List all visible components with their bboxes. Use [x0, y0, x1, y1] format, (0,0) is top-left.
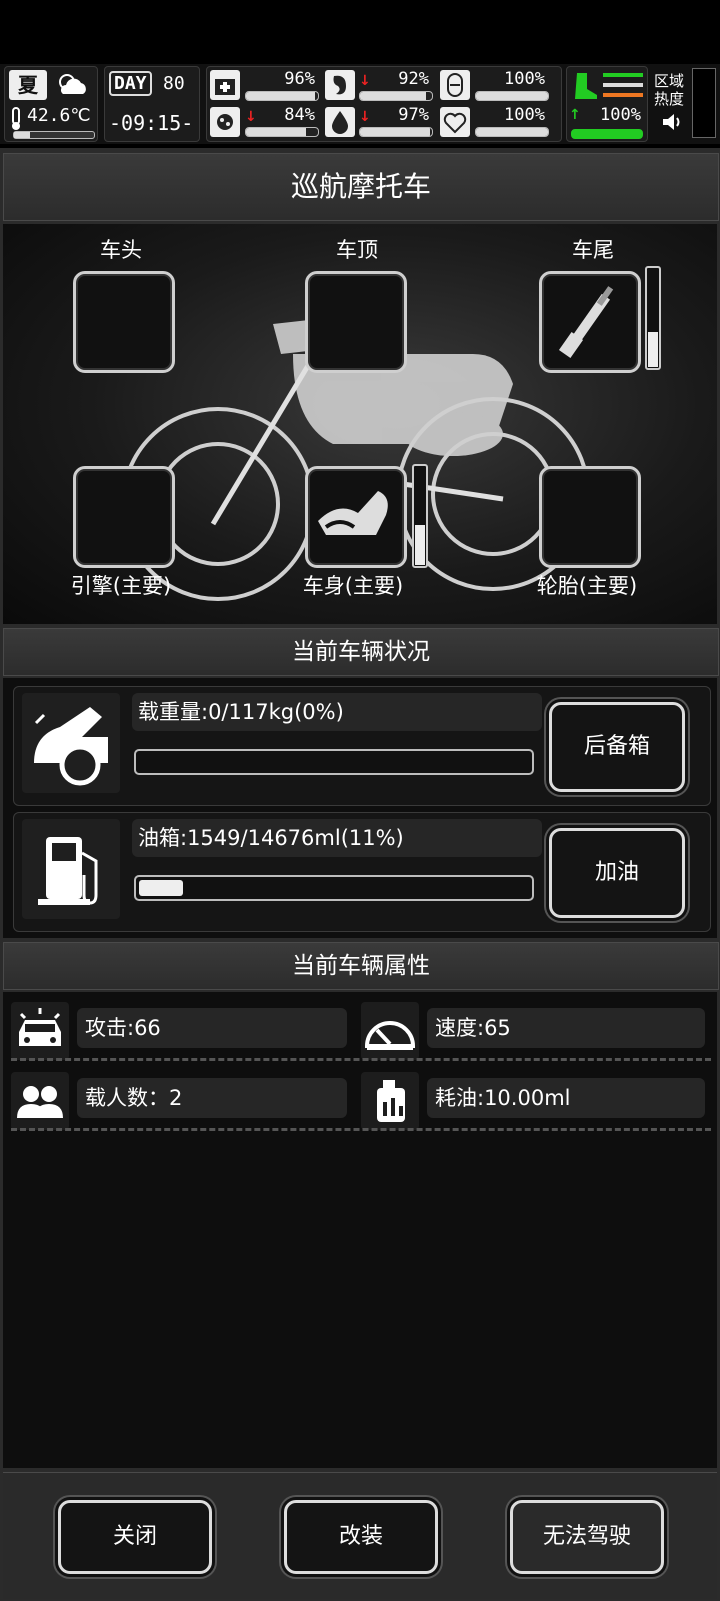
day-number: 80: [163, 73, 185, 94]
thirst-bar: [359, 127, 433, 137]
hunger-bar: [359, 91, 433, 101]
car-attack-icon: [11, 1002, 69, 1060]
fuel-progress: [134, 875, 534, 901]
status-section-title: 当前车辆状况: [3, 628, 719, 676]
stamina-panel: ↑ 100%: [566, 66, 648, 142]
load-progress: [134, 749, 534, 775]
thirst-value: 97%: [398, 105, 429, 125]
slot-body-durability: [412, 464, 428, 568]
heart-bar: [475, 127, 549, 137]
health-value: 96%: [284, 69, 315, 89]
trunk-button[interactable]: 后备箱: [549, 702, 685, 792]
temperature-value: 42.6℃: [27, 105, 91, 126]
slot-head-label: 车头: [100, 238, 142, 262]
status-panel: 载重量:0/117kg(0%) 后备箱 油箱:1549/14676ml(11%)…: [3, 678, 717, 938]
motorcycle-load-icon: [22, 693, 120, 793]
heart-value: 100%: [504, 105, 545, 125]
day-label: DAY: [109, 71, 152, 96]
attack-value: 攻击:66: [77, 1008, 347, 1048]
medkit-icon: [210, 70, 240, 100]
boot-icon: [571, 71, 599, 101]
vehicle-title: 巡航摩托车: [3, 153, 719, 221]
day-panel: DAY 80 -09:15-: [104, 66, 200, 142]
slot-body-label: 车身(主要): [302, 574, 404, 598]
slot-body[interactable]: [305, 466, 407, 568]
mood-icon: [440, 70, 470, 100]
area-heat-meter: [692, 68, 716, 138]
thermometer-icon: [9, 107, 23, 131]
stamina-line-1: [603, 73, 643, 77]
virus-icon: [210, 107, 240, 137]
load-text: 载重量:0/117kg(0%): [132, 693, 542, 731]
weather-panel: 夏 42.6℃: [4, 66, 98, 142]
water-drop-icon: [325, 107, 355, 137]
status-hud: 夏 42.6℃ DAY 80 -09:15- 96% ↓ 92% 100% ↓ …: [0, 64, 720, 144]
slot-head[interactable]: [73, 271, 175, 373]
hunger-value: 92%: [398, 69, 429, 89]
attr-divider-2: [11, 1128, 711, 1131]
slot-tail-durability: [645, 266, 661, 370]
passengers-value: 载人数：2: [77, 1078, 347, 1118]
vitals-panel: 96% ↓ 92% 100% ↓ 84% ↓ 97% 100%: [206, 66, 562, 142]
passengers-icon: [11, 1072, 69, 1130]
stamina-bar: [571, 129, 643, 139]
speedometer-icon: [361, 1002, 419, 1060]
health-bar: [245, 91, 319, 101]
stomach-icon: [325, 70, 355, 100]
attr-divider-1: [11, 1058, 711, 1061]
cannot-drive-button[interactable]: 无法驾驶: [510, 1500, 664, 1574]
stamina-value: 100%: [600, 105, 641, 125]
fuel-pump-icon: [22, 819, 120, 919]
stamina-line-2: [603, 83, 643, 87]
motorcycle-body-icon: [318, 491, 388, 535]
clock: -09:15-: [109, 111, 194, 135]
speed-value: 速度:65: [427, 1008, 705, 1048]
mood-value: 100%: [504, 69, 545, 89]
fuel-can-icon: [361, 1072, 419, 1130]
attributes-section-title: 当前车辆属性: [3, 942, 719, 990]
slot-engine[interactable]: [73, 466, 175, 568]
mood-bar: [475, 91, 549, 101]
exhaust-pipe-icon: [558, 286, 614, 359]
speaker-icon[interactable]: [660, 110, 684, 134]
slot-tail[interactable]: [539, 271, 641, 373]
modify-button[interactable]: 改装: [284, 1500, 438, 1574]
fuel-text: 油箱:1549/14676ml(11%): [132, 819, 542, 857]
close-button[interactable]: 关闭: [58, 1500, 212, 1574]
slot-tire-label: 轮胎(主要): [536, 574, 638, 598]
attributes-panel: 攻击:66 速度:65 载人数：2 耗油:10.00ml: [3, 992, 717, 1468]
infection-value: 84%: [284, 105, 315, 125]
slot-top[interactable]: [305, 271, 407, 373]
stamina-line-3: [603, 93, 643, 97]
slot-tail-label: 车尾: [572, 238, 614, 262]
slot-top-label: 车顶: [336, 238, 378, 262]
season-badge: 夏: [9, 70, 47, 100]
refuel-button[interactable]: 加油: [549, 828, 685, 918]
fuel-consumption-value: 耗油:10.00ml: [427, 1078, 705, 1118]
area-heat-label: 区域热度: [654, 72, 685, 108]
temperature-bar: [13, 131, 95, 139]
slot-tire[interactable]: [539, 466, 641, 568]
heart-icon: [440, 107, 470, 137]
cloudy-icon: [53, 70, 91, 100]
vehicle-slots-area: 车头 车顶 车尾 引擎(主要) 车身(主要) 轮胎(主要): [3, 224, 717, 624]
slot-engine-label: 引擎(主要): [70, 574, 172, 598]
infection-bar: [245, 127, 319, 137]
